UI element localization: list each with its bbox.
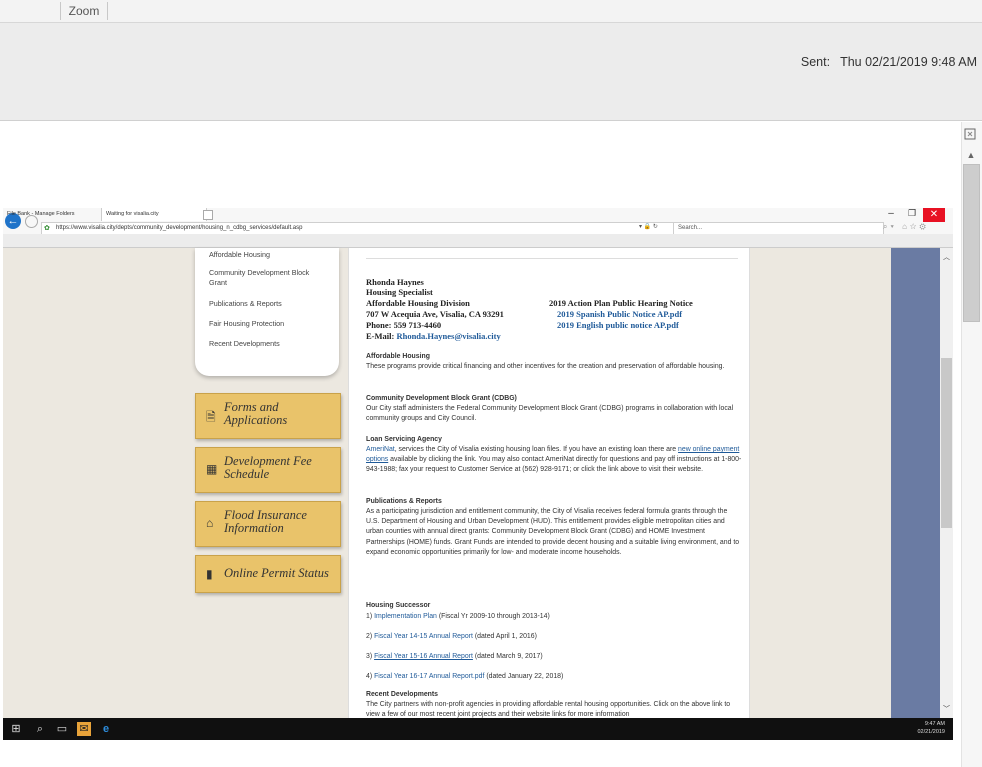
loan-heading: Loan Servicing Agency: [366, 436, 442, 443]
english-notice-link[interactable]: 2019 English public notice AP.pdf: [557, 320, 742, 331]
sent-label: Sent:: [800, 55, 831, 69]
item-note: (dated March 9, 2017): [474, 653, 543, 660]
tab-file-bank[interactable]: File Bank - Manage Folders: [3, 208, 99, 221]
fee-schedule-label: Development Fee Schedule: [224, 454, 312, 481]
document-icon: 🗎: [206, 410, 216, 424]
successor-item-2: 2) Fiscal Year 14-15 Annual Report (date…: [366, 632, 742, 642]
file-icon: ▮: [206, 567, 213, 581]
item-number: 3): [366, 653, 373, 660]
clock-time: 9:47 AM: [924, 721, 945, 727]
menu-item-fair-housing[interactable]: Fair Housing Protection: [209, 319, 329, 329]
address-controls[interactable]: ▾ 🔒 ↻: [639, 222, 658, 233]
windows-taskbar: ⊞ ⌕ ▭ ✉ e 9:47 AM 02/21/2019: [3, 718, 953, 740]
chevron-down-icon[interactable]: ﹀: [941, 704, 952, 714]
outlook-app-icon[interactable]: ✉: [77, 722, 91, 736]
permit-status-label: Online Permit Status: [224, 566, 329, 580]
close-icon[interactable]: ✕: [923, 208, 945, 222]
menu-item-affordable-housing[interactable]: Affordable Housing: [209, 250, 329, 260]
forms-applications-label: Forms and Applications: [224, 400, 288, 427]
menu-item-recent-developments[interactable]: Recent Developments: [209, 339, 329, 349]
affordable-heading[interactable]: Affordable Housing: [366, 352, 742, 362]
recent-heading[interactable]: Recent Developments: [366, 690, 742, 700]
cdbg-body: Our City staff administers the Federal C…: [366, 405, 734, 423]
pin-icon[interactable]: [962, 126, 979, 142]
fy15-16-report-link[interactable]: Fiscal Year 15-16 Annual Report: [374, 653, 473, 660]
loan-text-1: , services the City of Visalia existing …: [394, 446, 677, 453]
spanish-notice-link[interactable]: 2019 Spanish Public Notice AP.pdf: [557, 309, 742, 320]
affordable-body: These programs provide critical financin…: [366, 363, 725, 370]
chevron-up-icon[interactable]: ︿: [941, 252, 952, 262]
windows-start-icon[interactable]: ⊞: [9, 722, 23, 736]
site-icon: ✿: [44, 225, 50, 232]
successor-item-4: 4) Fiscal Year 16-17 Annual Report.pdf (…: [366, 672, 742, 682]
sent-info: Sent: Thu 02/21/2019 9:48 AM: [791, 55, 977, 69]
publications-heading[interactable]: Publications & Reports: [366, 497, 742, 507]
taskbar-clock: 9:47 AM 02/21/2019: [917, 720, 945, 736]
email-link[interactable]: Rhonda.Haynes@visalia.city: [396, 331, 500, 341]
flood-insurance-label: Flood Insurance Information: [224, 508, 307, 535]
email-label: E-Mail:: [366, 331, 395, 341]
new-tab-icon[interactable]: [203, 210, 213, 220]
contact-division: Affordable Housing Division: [366, 298, 470, 308]
item-note: (dated April 1, 2016): [474, 633, 537, 640]
search-icon[interactable]: ⌕: [33, 722, 47, 736]
loan-body: AmeriNat, services the City of Visalia e…: [366, 445, 742, 476]
tab-visalia[interactable]: Waiting for visalia.city: [101, 208, 207, 221]
scrollbar-thumb[interactable]: [963, 164, 980, 322]
fy14-15-report-link[interactable]: Fiscal Year 14-15 Annual Report: [374, 633, 473, 640]
contact-email-row: E-Mail: Rhonda.Haynes@visalia.city: [366, 331, 626, 342]
house-flood-icon: ⌂: [206, 516, 214, 530]
menu-item-publications[interactable]: Publications & Reports: [209, 299, 329, 309]
right-decor-column: [891, 248, 941, 718]
fy16-17-report-link[interactable]: Fiscal Year 16-17 Annual Report.pdf: [374, 673, 484, 680]
sent-value: Thu 02/21/2019 9:48 AM: [840, 55, 977, 69]
zoom-button[interactable]: Zoom: [60, 2, 108, 20]
forms-applications-button[interactable]: 🗎 Forms and Applications: [195, 393, 341, 439]
left-menu: Affordable Housing Community Development…: [195, 248, 339, 376]
flood-insurance-button[interactable]: ⌂ Flood Insurance Information: [195, 501, 341, 547]
notice-title: 2019 Action Plan Public Hearing Notice: [549, 298, 693, 308]
toolbar-icons[interactable]: ⌕▾ ⌂☆⚙: [883, 222, 947, 234]
implementation-plan-link[interactable]: Implementation Plan: [374, 613, 437, 620]
item-note: (dated January 22, 2018): [486, 673, 564, 680]
page-scrollbar-thumb[interactable]: [941, 358, 952, 528]
restore-icon[interactable]: ❐: [906, 208, 918, 220]
contact-phone: Phone: 559 713-4460: [366, 320, 442, 330]
calendar-icon: ▦: [206, 462, 218, 476]
embedded-screenshot: ← https://www.visalia.city/depts/communi…: [3, 208, 953, 740]
item-note: (Fiscal Yr 2009-10 through 2013-14): [438, 613, 550, 620]
clock-date: 02/21/2019: [917, 729, 945, 735]
successor-item-1: 1) Implementation Plan (Fiscal Yr 2009-1…: [366, 612, 742, 622]
contact-name: Rhonda Haynes: [366, 277, 424, 287]
divider: [366, 258, 738, 259]
task-view-icon[interactable]: ▭: [55, 722, 69, 736]
internet-explorer-icon[interactable]: e: [99, 722, 113, 736]
amerinat-link[interactable]: AmeriNat: [366, 446, 395, 453]
ribbon-strip: [0, 0, 982, 23]
tab-row: [3, 234, 953, 248]
menu-item-cdbg[interactable]: Community Development Block Grant: [209, 268, 329, 288]
scroll-up-icon[interactable]: ▲: [964, 148, 978, 162]
item-number: 4): [366, 673, 373, 680]
contact-address: 707 W Acequia Ave, Visalia, CA 93291: [366, 309, 504, 319]
item-number: 2): [366, 633, 373, 640]
minimize-icon[interactable]: –: [885, 208, 897, 220]
successor-item-3: 3) Fiscal Year 15-16 Annual Report (date…: [366, 652, 742, 662]
cdbg-heading[interactable]: Community Development Block Grant (CDBG): [366, 394, 742, 404]
successor-heading: Housing Successor: [366, 602, 431, 609]
publications-body: As a participating jurisdiction and enti…: [366, 508, 740, 556]
permit-status-button[interactable]: ▮ Online Permit Status: [195, 555, 341, 593]
web-page: Affordable Housing Community Development…: [3, 248, 953, 718]
contact-title: Housing Specialist: [366, 287, 433, 297]
item-number: 1): [366, 613, 373, 620]
loan-text-2: available by clicking the link. You may …: [366, 456, 742, 474]
message-header: [0, 23, 982, 121]
main-content: Rhonda Haynes Housing Specialist Afforda…: [348, 248, 750, 718]
fee-schedule-button[interactable]: ▦ Development Fee Schedule: [195, 447, 341, 493]
